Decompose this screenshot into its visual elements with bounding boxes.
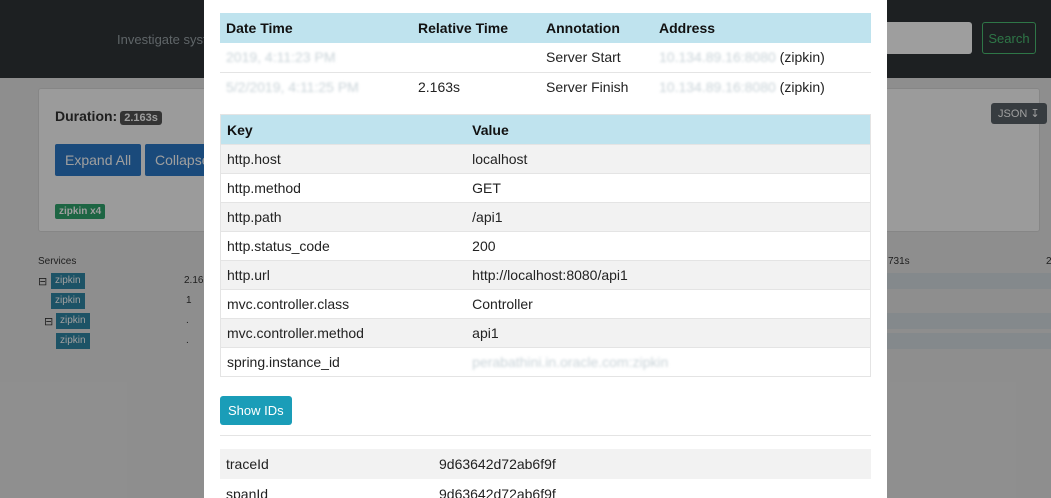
tags-header-row: Key Value <box>220 114 871 145</box>
column-header-relative-time: Relative Time <box>418 20 509 36</box>
show-ids-button[interactable]: Show IDs <box>220 396 292 425</box>
tag-row: http.method GET <box>220 173 871 203</box>
column-header-annotation: Annotation <box>546 20 620 36</box>
tag-row: mvc.controller.class Controller <box>220 289 871 319</box>
address-cell: 10.134.89.16:8080 (zipkin) <box>659 78 825 95</box>
id-value: 9d63642d72ab6f9f <box>439 486 556 498</box>
tag-row: http.path/api1 <box>220 202 871 232</box>
date-time-cell: 2019, 4:11:23 PM <box>226 49 336 66</box>
tag-key: mvc.controller.class <box>227 296 350 312</box>
tag-key: http.url <box>227 267 270 283</box>
tag-key: mvc.controller.method <box>227 325 364 341</box>
tags-table: Key Value http.host localhost http.method… <box>220 114 871 377</box>
tag-row: http.url http://localhost:8080/api1 <box>220 260 871 290</box>
tag-row: mvc.controller.method api1 <box>220 318 871 348</box>
annotation-row: 5/2/2019, 4:11:25 PM 2.163s Server Finis… <box>220 72 871 101</box>
id-row: spanId 9d63642d72ab6f9f <box>220 479 871 498</box>
tag-row: http.host localhost <box>220 144 871 174</box>
relative-time-cell <box>412 43 540 72</box>
tag-value: localhost <box>472 151 528 167</box>
annotation-cell: Server Start <box>546 49 621 66</box>
divider <box>220 435 871 436</box>
address-cell: 10.134.89.16:8080 (zipkin) <box>659 49 825 66</box>
annotation-row: 2019, 4:11:23 PM Server Start 10.134.89.… <box>220 43 871 72</box>
id-key: traceId <box>226 456 269 472</box>
ids-table: traceId 9d63642d72ab6f9f spanId 9d63642d72… <box>220 449 871 498</box>
tag-key: http.path <box>227 209 282 225</box>
tag-value: /api1 <box>472 209 503 225</box>
tag-row: http.status_code 200 <box>220 231 871 261</box>
column-header-value: Value <box>472 121 509 138</box>
tag-key: http.method <box>227 180 301 196</box>
id-row: traceId 9d63642d72ab6f9f <box>220 449 871 479</box>
date-time-cell: 5/2/2019, 4:11:25 PM <box>226 78 359 95</box>
column-header-key: Key <box>227 121 253 138</box>
relative-time-cell: 2.163s <box>418 78 461 95</box>
annotations-table: Date Time Relative Time Annotation Addre… <box>220 13 871 101</box>
tag-key: http.host <box>227 151 281 167</box>
column-header-address: Address <box>659 20 716 36</box>
tag-value: perabathini.in.oracle.com:zipkin <box>472 354 669 370</box>
annotations-header-row: Date Time Relative Time Annotation Addre… <box>220 13 871 43</box>
annotation-cell: Server Finish <box>546 78 629 95</box>
tag-value: GET <box>472 180 501 196</box>
tag-value: 200 <box>472 238 496 254</box>
tag-value: http://localhost:8080/api1 <box>472 267 628 283</box>
span-detail-modal: Date Time Relative Time Annotation Addre… <box>204 0 887 498</box>
tag-value: api1 <box>472 325 499 341</box>
id-value: 9d63642d72ab6f9f <box>439 456 556 472</box>
tag-row: spring.instance_id perabathini.in.oracle.… <box>220 347 871 377</box>
column-header-date-time: Date Time <box>226 20 293 36</box>
id-key: spanId <box>226 486 269 498</box>
tag-key: spring.instance_id <box>227 354 340 370</box>
tag-value: Controller <box>472 296 533 312</box>
tag-key: http.status_code <box>227 238 330 254</box>
